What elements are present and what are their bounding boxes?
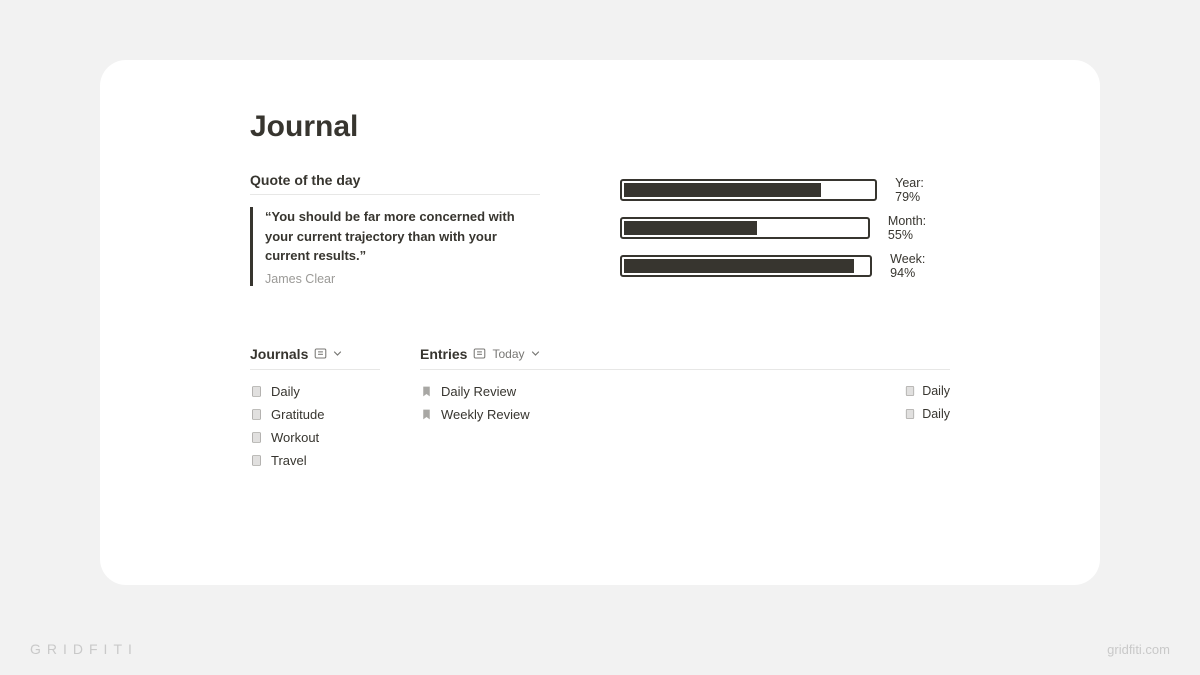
entry-tag: Daily xyxy=(904,384,950,398)
entry-title: Daily Review xyxy=(441,384,516,399)
notebook-icon xyxy=(904,385,916,397)
progress-week: Week: 94% xyxy=(620,252,950,280)
chevron-down-icon xyxy=(531,349,540,358)
watermark-url: gridfiti.com xyxy=(1107,642,1170,657)
progress-bar-month xyxy=(620,217,870,239)
entries-view-label: Today xyxy=(492,347,524,361)
journal-item-gratitude[interactable]: Gratitude xyxy=(250,403,380,426)
entry-left: Daily Review xyxy=(420,384,516,399)
progress-label-week: Week: 94% xyxy=(890,252,950,280)
journals-section: Journals Daily Gratitude xyxy=(250,346,380,472)
entry-title: Weekly Review xyxy=(441,407,530,422)
progress-label-year: Year: 79% xyxy=(895,176,950,204)
journals-title: Journals xyxy=(250,346,308,362)
list-view-icon xyxy=(314,347,327,360)
journals-header[interactable]: Journals xyxy=(250,346,380,370)
journal-item-label: Travel xyxy=(271,453,307,468)
entries-title: Entries xyxy=(420,346,467,362)
notebook-icon xyxy=(250,454,263,467)
watermark-brand: GRIDFITI xyxy=(30,641,138,657)
page-title: Journal xyxy=(250,110,950,144)
chevron-down-icon xyxy=(333,349,342,358)
progress-fill-week xyxy=(624,259,854,273)
progress-label-month: Month: 55% xyxy=(888,214,950,242)
progress-month: Month: 55% xyxy=(620,214,950,242)
quote-section: Quote of the day “You should be far more… xyxy=(250,172,540,286)
notebook-icon xyxy=(250,431,263,444)
quote-author: James Clear xyxy=(265,272,540,286)
entry-row-weekly-review[interactable]: Weekly Review Daily xyxy=(420,403,950,426)
notebook-icon xyxy=(904,408,916,420)
app-card: Journal Quote of the day “You should be … xyxy=(100,60,1100,585)
quote-heading: Quote of the day xyxy=(250,172,540,195)
notebook-icon xyxy=(250,385,263,398)
entries-section: Entries Today Daily Review xyxy=(420,346,950,426)
bottom-row: Journals Daily Gratitude xyxy=(250,346,950,472)
entry-row-daily-review[interactable]: Daily Review Daily xyxy=(420,380,950,403)
bookmark-icon xyxy=(420,385,433,398)
entry-left: Weekly Review xyxy=(420,407,530,422)
entry-tag-label: Daily xyxy=(922,407,950,421)
progress-bar-year xyxy=(620,179,877,201)
quote-text: “You should be far more concerned with y… xyxy=(265,207,540,266)
journal-item-workout[interactable]: Workout xyxy=(250,426,380,449)
list-view-icon xyxy=(473,347,486,360)
entries-header[interactable]: Entries Today xyxy=(420,346,950,370)
progress-fill-month xyxy=(624,221,757,235)
quote-block: “You should be far more concerned with y… xyxy=(250,207,540,286)
journal-item-label: Daily xyxy=(271,384,300,399)
progress-fill-year xyxy=(624,183,821,197)
journal-item-label: Gratitude xyxy=(271,407,324,422)
progress-year: Year: 79% xyxy=(620,176,950,204)
journal-item-daily[interactable]: Daily xyxy=(250,380,380,403)
journal-item-label: Workout xyxy=(271,430,319,445)
entry-tag-label: Daily xyxy=(922,384,950,398)
top-row: Quote of the day “You should be far more… xyxy=(250,172,950,286)
journal-item-travel[interactable]: Travel xyxy=(250,449,380,472)
bookmark-icon xyxy=(420,408,433,421)
progress-section: Year: 79% Month: 55% Week: 94% xyxy=(620,172,950,280)
entry-tag: Daily xyxy=(904,407,950,421)
notebook-icon xyxy=(250,408,263,421)
progress-bar-week xyxy=(620,255,872,277)
